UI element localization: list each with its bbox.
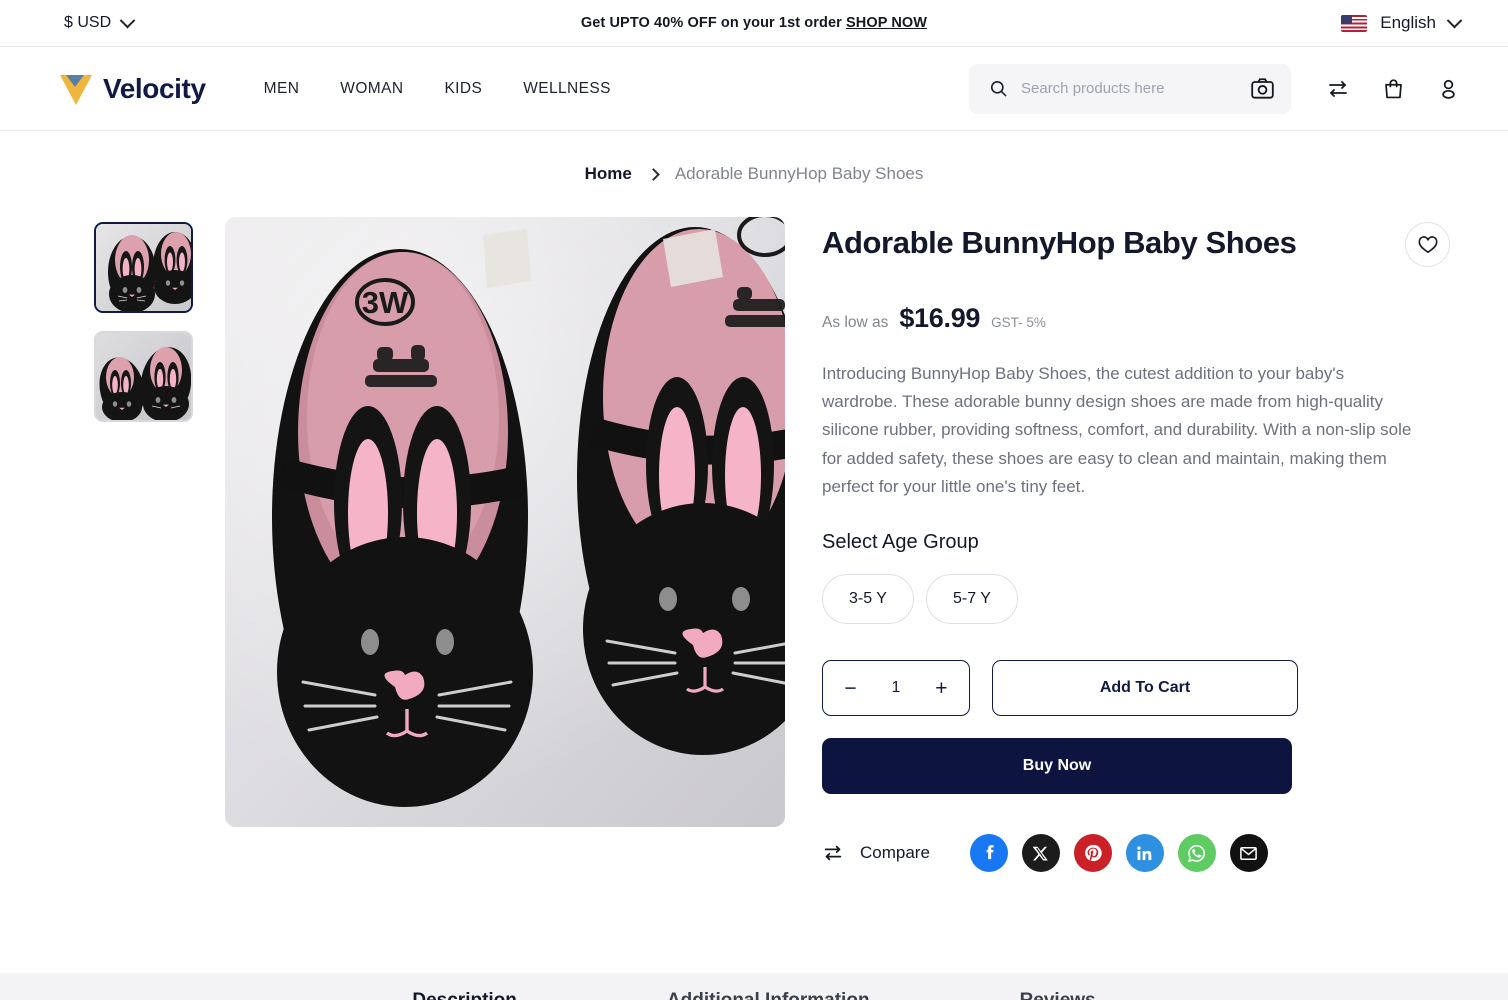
compare-arrows-icon xyxy=(1329,80,1347,97)
breadcrumb: Home Adorable BunnyHop Baby Shoes xyxy=(0,131,1508,217)
whatsapp-icon xyxy=(1188,844,1206,862)
compare-arrows-icon xyxy=(824,845,842,861)
email-icon xyxy=(1240,846,1258,860)
promo-text: Get UPTO 40% OFF on your 1st order xyxy=(580,15,842,31)
breadcrumb-home[interactable]: Home xyxy=(585,164,632,184)
product-title: Adorable BunnyHop Baby Shoes xyxy=(822,225,1297,260)
facebook-icon xyxy=(986,845,994,860)
compare-button[interactable] xyxy=(1326,77,1350,101)
camera-search-icon[interactable] xyxy=(1251,78,1274,99)
product-image-bunny-shoes: 3W xyxy=(225,217,785,827)
product-thumbnail-image xyxy=(96,224,191,311)
price-block: As low as $16.99 GST- 5% xyxy=(822,303,1450,334)
chevron-right-icon xyxy=(646,167,660,181)
product-section: 3W Adorable BunnyHop Baby Shoes As low a… xyxy=(0,217,1508,873)
main-navigation: MEN WOMAN KIDS WELLNESS xyxy=(264,80,611,98)
share-whatsapp-button[interactable] xyxy=(1177,834,1216,873)
thumbnail-2[interactable] xyxy=(94,331,193,422)
thumbnail-1[interactable] xyxy=(94,222,193,313)
age-option-5-7[interactable]: 5-7 Y xyxy=(926,574,1018,625)
brand-logo[interactable]: Velocity xyxy=(58,72,206,106)
product-thumbnail-image xyxy=(96,333,191,420)
nav-item-woman[interactable]: WOMAN xyxy=(340,80,403,98)
tab-description[interactable]: Description xyxy=(412,990,517,1000)
search-icon xyxy=(990,80,1007,97)
search-input[interactable] xyxy=(1021,80,1238,97)
share-facebook-button[interactable] xyxy=(969,834,1008,873)
shop-now-link[interactable]: SHOP NOW xyxy=(846,15,927,31)
product-main-image[interactable]: 3W xyxy=(225,217,785,827)
share-email-button[interactable] xyxy=(1229,834,1268,873)
compare-label: Compare xyxy=(860,843,930,863)
product-info: Adorable BunnyHop Baby Shoes As low as $… xyxy=(822,217,1450,873)
search-bar[interactable] xyxy=(969,63,1291,114)
nav-item-men[interactable]: MEN xyxy=(264,80,300,98)
nav-item-wellness[interactable]: WELLNESS xyxy=(523,80,611,98)
quantity-increase-button[interactable]: + xyxy=(927,674,955,703)
user-icon xyxy=(1442,79,1455,99)
age-group-options: 3-5 Y 5-7 Y xyxy=(822,574,1450,625)
purchase-controls: − 1 + Add To Cart xyxy=(822,660,1450,717)
svg-text:3W: 3W xyxy=(362,285,409,320)
share-linkedin-button[interactable] xyxy=(1125,834,1164,873)
tab-additional-information[interactable]: Additional Information xyxy=(667,990,870,1000)
site-header: Velocity MEN WOMAN KIDS WELLNESS xyxy=(0,47,1508,131)
chevron-down-icon xyxy=(1446,12,1463,28)
quantity-decrease-button[interactable]: − xyxy=(836,674,864,703)
quantity-stepper[interactable]: − 1 + xyxy=(822,660,970,717)
product-detail-tabs: Description Additional Information Revie… xyxy=(0,973,1508,1000)
cart-button[interactable] xyxy=(1382,77,1405,101)
currency-selector[interactable]: $ USD xyxy=(64,12,136,32)
language-selector[interactable]: English xyxy=(1341,12,1463,33)
thumbnail-list xyxy=(94,217,193,872)
as-low-as-label: As low as xyxy=(822,314,889,331)
gst-value: 5% xyxy=(1026,315,1046,330)
account-button[interactable] xyxy=(1437,77,1460,101)
currency-label: $ USD xyxy=(64,14,112,31)
age-option-3-5[interactable]: 3-5 Y xyxy=(822,574,914,625)
add-to-cart-button[interactable]: Add To Cart xyxy=(992,660,1298,717)
shopping-bag-icon xyxy=(1385,78,1402,98)
us-flag-icon xyxy=(1341,14,1368,32)
compare-link[interactable]: Compare xyxy=(822,842,930,864)
product-price: $16.99 xyxy=(899,303,981,333)
promo-bar: $ USD Get UPTO 40% OFF on your 1st order… xyxy=(0,0,1508,47)
share-x-button[interactable] xyxy=(1021,834,1060,873)
gst-label: GST- 5% xyxy=(991,315,1046,330)
share-pinterest-button[interactable] xyxy=(1073,834,1112,873)
pinterest-icon xyxy=(1084,844,1102,862)
promo-message: Get UPTO 40% OFF on your 1st order SHOP … xyxy=(0,15,1508,31)
share-row: Compare xyxy=(822,834,1450,873)
product-description: Introducing BunnyHop Baby Shoes, the cut… xyxy=(822,364,1412,496)
quantity-value: 1 xyxy=(891,679,901,697)
velocity-logo-icon xyxy=(60,74,92,105)
language-label: English xyxy=(1380,13,1436,32)
wishlist-button[interactable] xyxy=(1405,222,1450,267)
header-actions xyxy=(1326,77,1460,101)
x-twitter-icon xyxy=(1033,846,1049,860)
brand-name: Velocity xyxy=(103,72,206,104)
nav-item-kids[interactable]: KIDS xyxy=(444,80,482,98)
buy-now-button[interactable]: Buy Now xyxy=(822,738,1292,795)
linkedin-icon xyxy=(1137,845,1152,860)
tab-reviews[interactable]: Reviews xyxy=(1020,990,1096,1000)
option-group-label: Select Age Group xyxy=(822,531,979,554)
breadcrumb-current: Adorable BunnyHop Baby Shoes xyxy=(674,164,924,183)
chevron-down-icon xyxy=(119,12,136,28)
heart-icon xyxy=(1418,236,1437,253)
